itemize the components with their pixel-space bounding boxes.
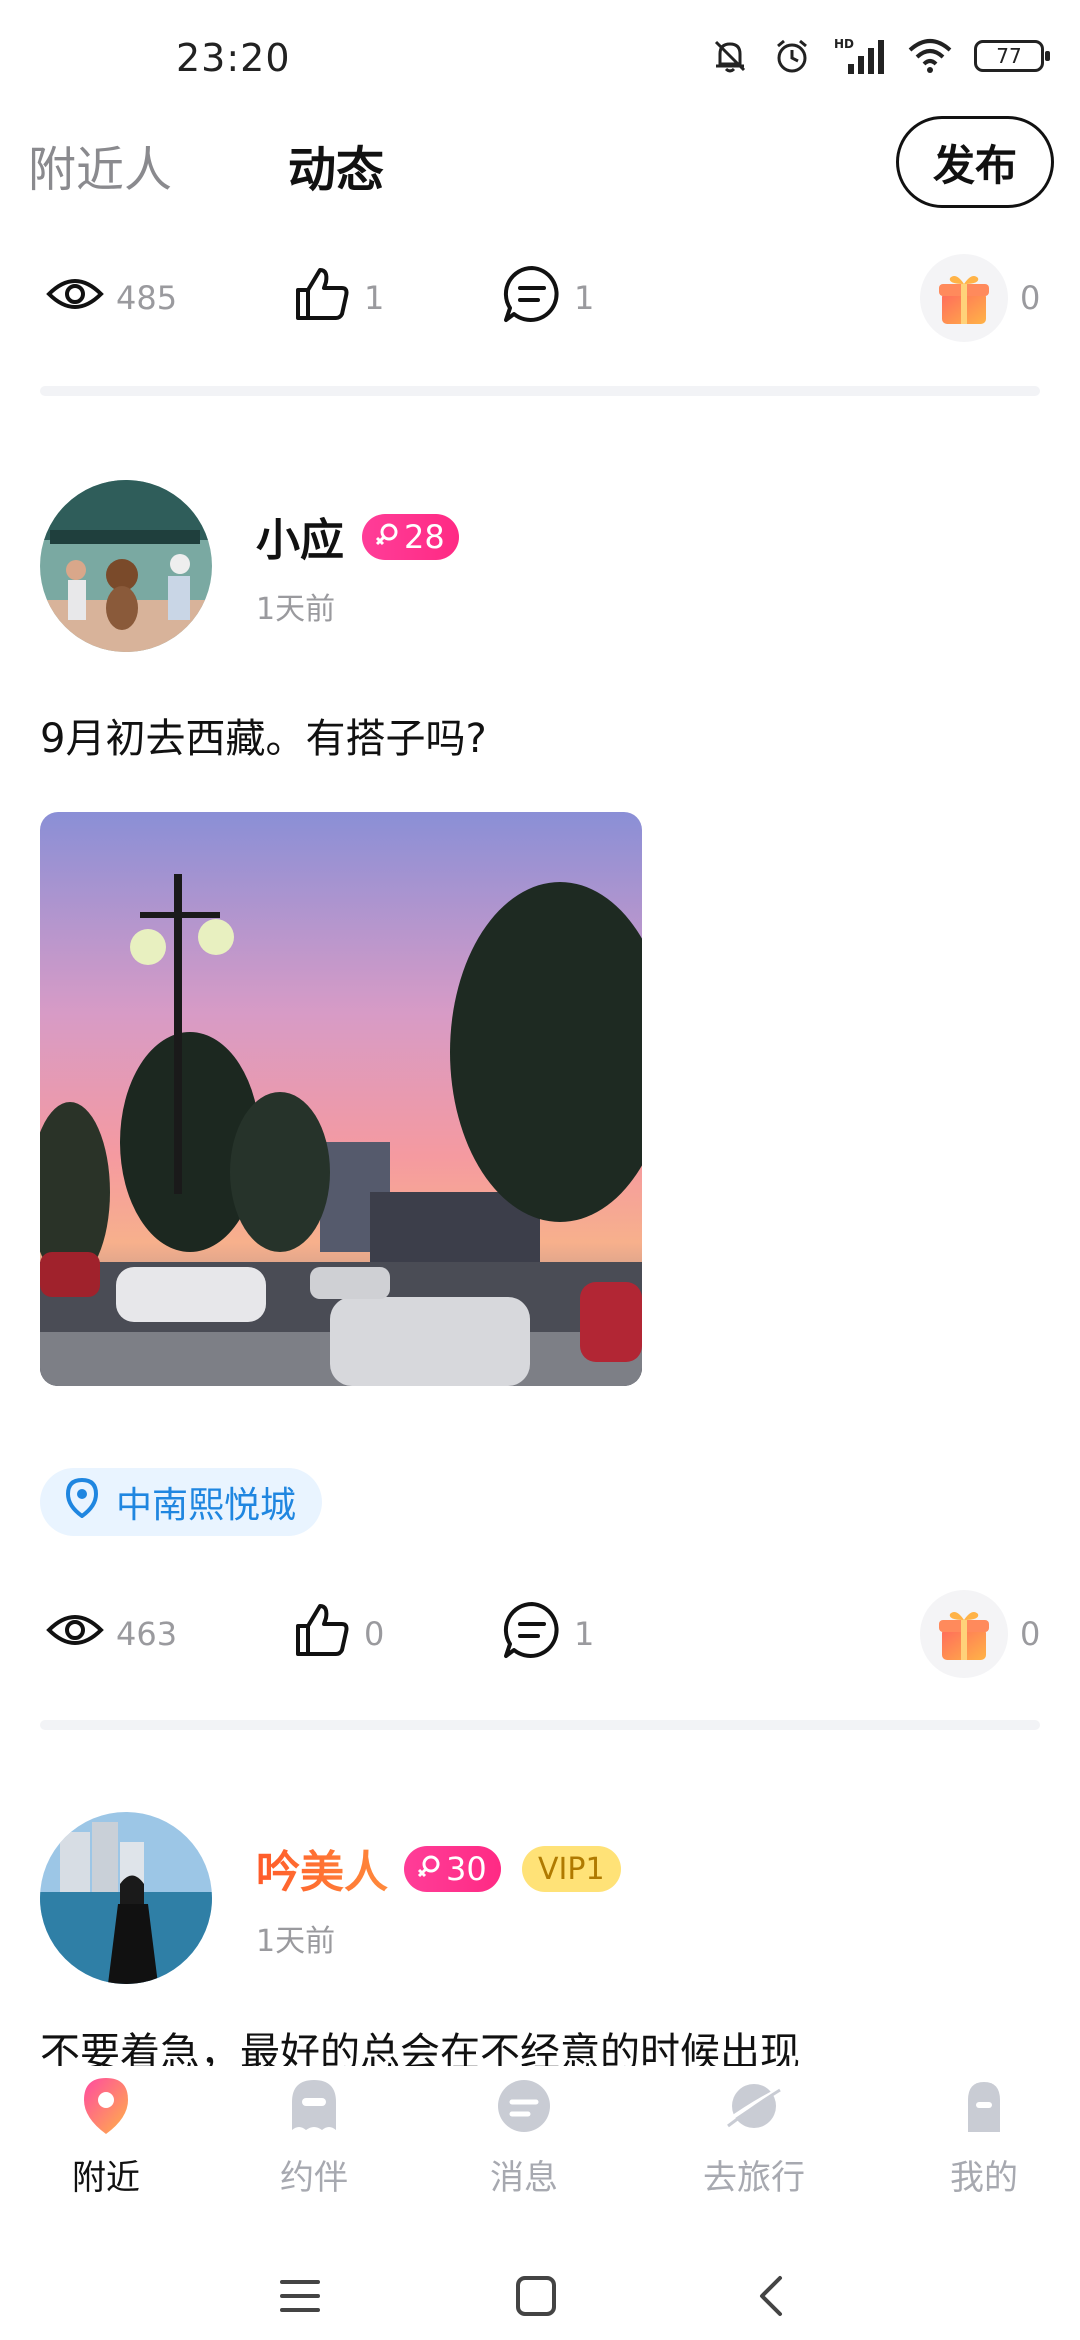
gender-age-badge: 28 — [362, 514, 459, 560]
vip-badge: VIP1 — [522, 1846, 621, 1892]
svg-text:HD: HD — [834, 37, 854, 51]
view-count-value: 485 — [116, 279, 178, 317]
nav-label: 去旅行 — [703, 2158, 805, 2198]
battery-icon: 77 — [974, 40, 1050, 72]
wifi-icon — [908, 38, 952, 74]
system-nav-bar — [0, 2256, 1080, 2340]
age-value: 28 — [404, 518, 445, 556]
username[interactable]: 吟美人 — [256, 1836, 388, 1900]
profile-icon — [954, 2076, 1014, 2140]
view-count-value: 463 — [116, 1615, 178, 1653]
gift-button[interactable]: 0 — [920, 248, 1040, 348]
comment-button[interactable]: 1 — [502, 1584, 594, 1684]
location-pin-icon — [64, 1477, 100, 1527]
post-text-clip: 不要着急，最好的总会在不经意的时候出现 — [0, 2030, 1080, 2066]
nav-label: 约伴 — [280, 2158, 348, 2198]
location-pin-icon — [78, 2076, 134, 2140]
post-divider — [40, 1720, 1040, 1730]
gift-count: 0 — [1020, 279, 1041, 317]
nav-item-nearby[interactable]: 附近 — [26, 2076, 186, 2199]
post-actions: 463 0 1 0 — [0, 1584, 1080, 1684]
like-count: 0 — [364, 1615, 385, 1653]
username[interactable]: 小应 — [256, 504, 344, 568]
like-count: 1 — [364, 279, 385, 317]
gift-button[interactable]: 0 — [920, 1584, 1040, 1684]
status-icons: HD 77 — [710, 36, 1050, 76]
comment-count: 1 — [574, 279, 595, 317]
publish-button[interactable]: 发布 — [896, 116, 1054, 208]
comment-icon — [502, 264, 562, 332]
age-value: 30 — [446, 1850, 487, 1888]
gender-age-badge: 30 — [404, 1846, 501, 1892]
like-button[interactable]: 0 — [292, 1584, 384, 1684]
muted-bell-icon — [710, 36, 750, 76]
avatar[interactable] — [40, 480, 212, 652]
gift-icon — [920, 1590, 1008, 1678]
eye-icon — [46, 274, 104, 322]
post-text[interactable]: 9月初去西藏。有搭子吗? — [40, 706, 487, 764]
post-divider — [40, 386, 1040, 396]
alarm-icon — [772, 36, 812, 76]
nav-item-companion[interactable]: 约伴 — [234, 2076, 394, 2199]
back-icon[interactable] — [754, 2274, 788, 2322]
tab-nearby-people[interactable]: 附近人 — [28, 130, 172, 200]
home-square-icon[interactable] — [514, 2274, 558, 2322]
comment-button[interactable]: 1 — [502, 248, 594, 348]
female-icon — [416, 1850, 442, 1888]
view-count: 485 — [46, 248, 177, 348]
nav-label: 消息 — [490, 2158, 558, 2198]
nav-label: 附近 — [72, 2158, 140, 2198]
eye-icon — [46, 1610, 104, 1658]
post-photo[interactable] — [40, 812, 642, 1386]
time-ago: 1天前 — [256, 1924, 336, 1959]
top-header: 附近人 动态 发布 — [0, 110, 1080, 230]
gift-count: 0 — [1020, 1615, 1041, 1653]
like-button[interactable]: 1 — [292, 248, 384, 348]
post-text[interactable]: 不要着急，最好的总会在不经意的时候出现 — [40, 2030, 800, 2066]
view-count: 463 — [46, 1584, 177, 1684]
bottom-nav: 附近 约伴 消息 去旅行 我的 — [0, 2066, 1080, 2256]
nav-item-travel[interactable]: 去旅行 — [674, 2076, 834, 2199]
nav-item-messages[interactable]: 消息 — [444, 2076, 604, 2199]
thumb-up-icon — [292, 1600, 352, 1668]
status-bar: 23:20 HD 77 — [0, 0, 1080, 110]
location-chip[interactable]: 中南熙悦城 — [40, 1468, 323, 1536]
ghost-icon — [284, 2076, 344, 2140]
nav-item-me[interactable]: 我的 — [904, 2076, 1064, 2199]
signal-icon: HD — [834, 36, 886, 76]
female-icon — [374, 518, 400, 556]
nav-label: 我的 — [950, 2158, 1018, 2198]
time-ago: 1天前 — [256, 592, 336, 627]
avatar[interactable] — [40, 1812, 212, 1984]
chat-icon — [494, 2076, 554, 2140]
thumb-up-icon — [292, 264, 352, 332]
planet-icon — [724, 2076, 784, 2140]
tab-feed[interactable]: 动态 — [288, 130, 384, 200]
status-time: 23:20 — [176, 36, 291, 80]
comment-icon — [502, 1600, 562, 1668]
comment-count: 1 — [574, 1615, 595, 1653]
gift-icon — [920, 254, 1008, 342]
prev-post-actions: 485 1 1 0 — [0, 248, 1080, 348]
location-name: 中南熙悦城 — [116, 1485, 297, 1526]
menu-icon[interactable] — [278, 2276, 322, 2320]
